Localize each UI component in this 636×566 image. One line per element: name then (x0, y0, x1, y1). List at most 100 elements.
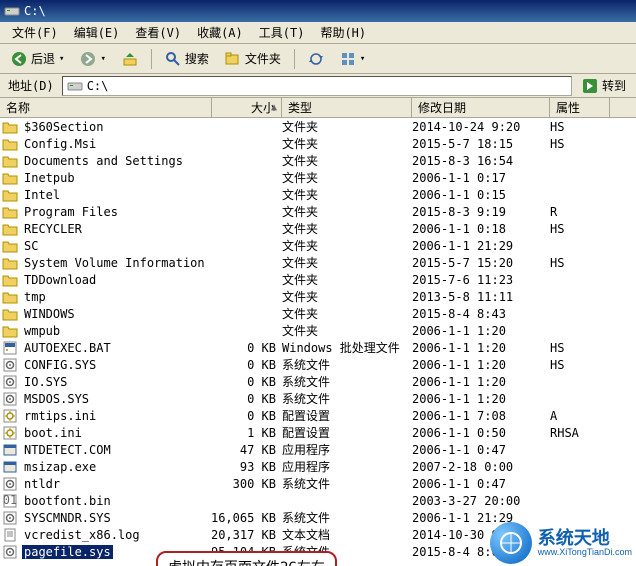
window-title: C:\ (24, 4, 46, 18)
file-row[interactable]: RECYCLER文件夹2006-1-1 0:18HS (0, 220, 636, 237)
folders-icon (225, 51, 241, 67)
file-name: msizap.exe (22, 460, 98, 474)
file-row[interactable]: Inetpub文件夹2006-1-1 0:17 (0, 169, 636, 186)
file-size: 1 KB (212, 426, 282, 440)
file-row[interactable]: rmtips.ini0 KB配置设置2006-1-1 7:08A (0, 407, 636, 424)
address-label: 地址(D) (4, 77, 58, 94)
search-icon (165, 51, 181, 67)
file-row[interactable]: ntldr300 KB系统文件2006-1-1 0:47 (0, 475, 636, 492)
col-type[interactable]: 类型 (282, 98, 412, 117)
watermark-url: www.XiTongTianDi.com (538, 547, 632, 557)
file-date: 2006-1-1 1:20 (412, 392, 550, 406)
file-name: AUTOEXEC.BAT (22, 341, 113, 355)
search-button[interactable]: 搜索 (158, 47, 216, 70)
address-combo[interactable]: C:\ (62, 76, 572, 96)
folders-button[interactable]: 文件夹 (218, 47, 288, 70)
go-button[interactable]: 转到 (576, 75, 632, 96)
separator (294, 49, 295, 69)
file-row[interactable]: TDDownload文件夹2015-7-6 11:23 (0, 271, 636, 288)
col-date[interactable]: 修改日期 (412, 98, 550, 117)
file-row[interactable]: IO.SYS 0 KB系统文件2006-1-1 1:20 (0, 373, 636, 390)
file-row[interactable]: wmpub文件夹2006-1-1 1:20 (0, 322, 636, 339)
file-attr: HS (550, 222, 610, 236)
file-date: 2006-1-1 1:20 (412, 375, 550, 389)
file-type: 配置设置 (282, 407, 412, 424)
file-date: 2015-8-4 8:43 (412, 307, 550, 321)
chevron-down-icon: ▾ (360, 54, 365, 64)
menu-view[interactable]: 查看(V) (127, 22, 189, 43)
file-name: pagefile.sys (22, 545, 113, 559)
forward-button[interactable]: ▾ (73, 48, 112, 70)
file-size: 20,317 KB (212, 528, 282, 542)
sync-button[interactable] (301, 48, 331, 70)
file-size: 16,065 KB (212, 511, 282, 525)
menu-edit[interactable]: 编辑(E) (66, 22, 128, 43)
file-name: IO.SYS (22, 375, 69, 389)
menu-file[interactable]: 文件(F) (4, 22, 66, 43)
titlebar: C:\ (0, 0, 636, 22)
file-row[interactable]: Config.Msi文件夹2015-5-7 18:15HS (0, 135, 636, 152)
file-name: CONFIG.SYS (22, 358, 98, 372)
file-size: 0 KB (212, 375, 282, 389)
chevron-down-icon: ▾ (100, 54, 105, 64)
file-date: 2006-1-1 0:47 (412, 477, 550, 491)
file-date: 2007-2-18 0:00 (412, 460, 550, 474)
file-type: 文件夹 (282, 118, 412, 135)
file-row[interactable]: Program Files文件夹2015-8-3 9:19R (0, 203, 636, 220)
file-row[interactable]: 01bootfont.bin2003-3-27 20:00 (0, 492, 636, 509)
file-name: ntldr (22, 477, 62, 491)
folder-icon (2, 239, 18, 253)
col-name[interactable]: 名称 (0, 98, 212, 117)
file-name: Inetpub (22, 171, 77, 185)
file-type: 系统文件 (282, 390, 412, 407)
file-attr: RHSA (550, 426, 610, 440)
file-row[interactable]: tmp文件夹2013-5-8 11:11 (0, 288, 636, 305)
go-icon (582, 78, 598, 94)
file-row[interactable]: CONFIG.SYS0 KB系统文件2006-1-1 1:20HS (0, 356, 636, 373)
sort-asc-icon: ▲ (271, 102, 277, 113)
file-row[interactable]: SC文件夹2006-1-1 21:29 (0, 237, 636, 254)
file-type: Windows 批处理文件 (282, 339, 412, 356)
file-row[interactable]: MSDOS.SYS0 KB系统文件2006-1-1 1:20 (0, 390, 636, 407)
file-date: 2015-5-7 18:15 (412, 137, 550, 151)
file-row[interactable]: WINDOWS文件夹2015-8-4 8:43 (0, 305, 636, 322)
file-size: 300 KB (212, 477, 282, 491)
file-size: 0 KB (212, 409, 282, 423)
back-icon (11, 51, 27, 67)
file-name: vcredist_x86.log (22, 528, 142, 542)
file-row[interactable]: System Volume Information文件夹2015-5-7 15:… (0, 254, 636, 271)
file-date: 2006-1-1 1:20 (412, 324, 550, 338)
file-type: 系统文件 (282, 373, 412, 390)
txt-icon (2, 528, 18, 542)
menubar: 文件(F) 编辑(E) 查看(V) 收藏(A) 工具(T) 帮助(H) (0, 22, 636, 44)
menu-fav[interactable]: 收藏(A) (189, 22, 251, 43)
back-label: 后退 (31, 50, 55, 67)
search-label: 搜索 (185, 50, 209, 67)
col-size[interactable]: 大小▲ (212, 98, 282, 117)
menu-help[interactable]: 帮助(H) (312, 22, 374, 43)
file-attr: HS (550, 341, 610, 355)
up-button[interactable] (115, 48, 145, 70)
bat-icon (2, 341, 18, 355)
back-button[interactable]: 后退 ▾ (4, 47, 71, 70)
file-size: 47 KB (212, 443, 282, 457)
ini-icon (2, 426, 18, 440)
file-name: SC (22, 239, 40, 253)
col-attr[interactable]: 属性 (550, 98, 610, 117)
file-type: 文件夹 (282, 288, 412, 305)
column-headers: 名称 大小▲ 类型 修改日期 属性 (0, 98, 636, 118)
folder-icon (2, 222, 18, 236)
file-row[interactable]: Intel文件夹2006-1-1 0:15 (0, 186, 636, 203)
views-button[interactable]: ▾ (333, 48, 372, 70)
file-row[interactable]: AUTOEXEC.BAT0 KBWindows 批处理文件2006-1-1 1:… (0, 339, 636, 356)
file-row[interactable]: Documents and Settings文件夹2015-8-3 16:54 (0, 152, 636, 169)
file-row[interactable]: msizap.exe93 KB应用程序2007-2-18 0:00 (0, 458, 636, 475)
file-date: 2006-1-1 1:20 (412, 358, 550, 372)
file-row[interactable]: boot.ini1 KB配置设置2006-1-1 0:50RHSA (0, 424, 636, 441)
drive-icon (4, 3, 20, 19)
file-row[interactable]: $360Section文件夹2014-10-24 9:20HS (0, 118, 636, 135)
menu-tools[interactable]: 工具(T) (251, 22, 313, 43)
file-type: 配置设置 (282, 424, 412, 441)
file-attr: HS (550, 137, 610, 151)
file-row[interactable]: NTDETECT.COM47 KB应用程序2006-1-1 0:47 (0, 441, 636, 458)
